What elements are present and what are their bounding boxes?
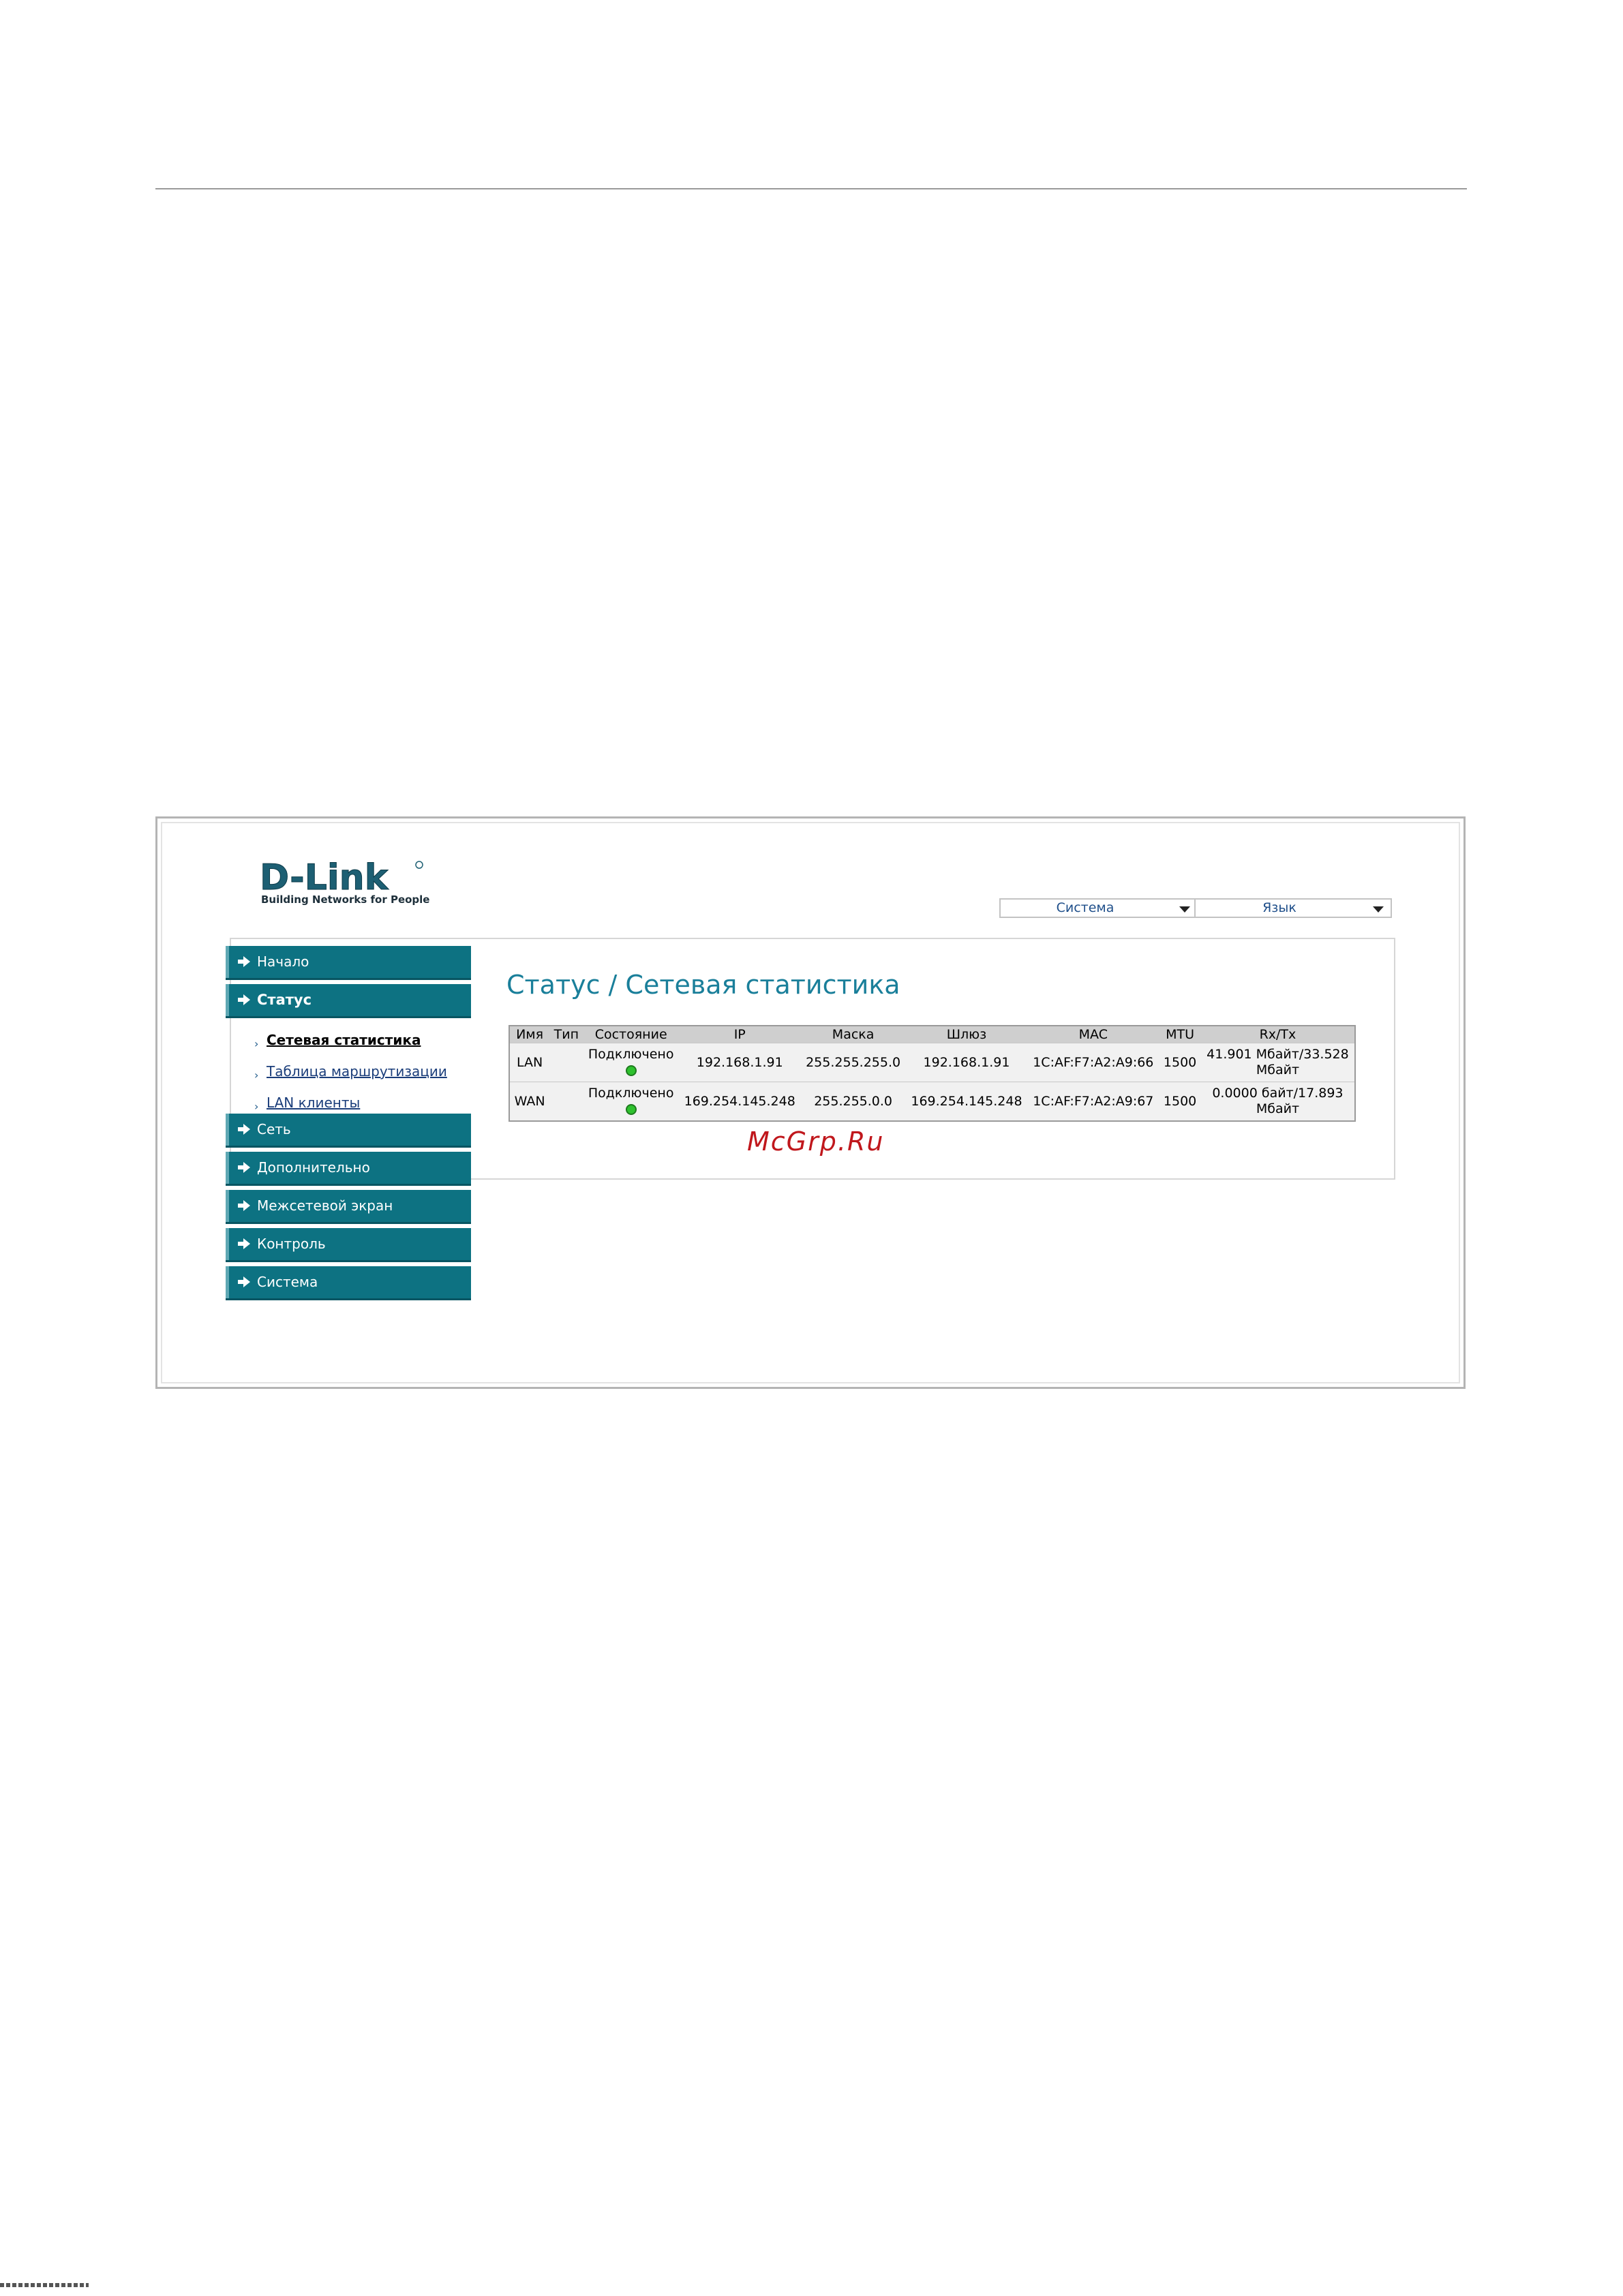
submenu-item-label: Сетевая статистика	[267, 1032, 421, 1048]
arrow-right-icon	[238, 994, 250, 1005]
status-submenu: › Сетевая статистика › Таблица маршрутиз…	[226, 1022, 471, 1114]
sidebar-item-home[interactable]: Начало	[226, 946, 471, 980]
arrow-right-icon	[238, 1238, 250, 1249]
logo-brand: D-Link	[260, 858, 389, 898]
cell-mask: 255.255.255.0	[800, 1043, 906, 1082]
sidebar-item-system[interactable]: Система	[226, 1266, 471, 1300]
page-top-rule	[155, 188, 1467, 189]
cell-mac: 1C:AF:F7:A2:A9:67	[1027, 1082, 1159, 1121]
status-text: Подключено	[588, 1047, 674, 1062]
cell-mtu: 1500	[1159, 1082, 1201, 1121]
sidebar-item-label: Дополнительно	[257, 1159, 370, 1176]
status-text: Подключено	[588, 1086, 674, 1101]
cell-mac: 1C:AF:F7:A2:A9:66	[1027, 1043, 1159, 1082]
sidebar-item-label: Начало	[257, 953, 309, 970]
sidebar-menu: Начало Статус › Сетевая статистика › Таб…	[226, 946, 471, 1304]
rxtx-line-1: 0.0000 байт/17.893	[1212, 1086, 1344, 1101]
sidebar-item-label: Статус	[257, 992, 312, 1008]
bullet-icon: ›	[254, 1037, 259, 1050]
column-header-mask: Маска	[800, 1026, 906, 1043]
column-header-name: Имя	[509, 1026, 550, 1043]
watermark-text: McGrp.Ru	[747, 1127, 885, 1157]
cell-gateway: 169.254.145.248	[905, 1082, 1028, 1121]
arrow-right-icon	[238, 1124, 250, 1135]
cell-mtu: 1500	[1159, 1043, 1201, 1082]
column-header-mtu: MTU	[1159, 1026, 1201, 1043]
table-row: WAN Подключено 169.254.145.248 255.255.0…	[509, 1082, 1355, 1121]
sidebar-item-network[interactable]: Сеть	[226, 1114, 471, 1148]
cell-mask: 255.255.0.0	[800, 1082, 906, 1121]
chevron-down-icon	[1373, 906, 1384, 913]
cell-ip: 169.254.145.248	[678, 1082, 801, 1121]
cell-type	[549, 1082, 583, 1121]
cell-name: LAN	[509, 1043, 550, 1082]
system-dropdown-value: Система	[1056, 900, 1114, 915]
sidebar-item-control[interactable]: Контроль	[226, 1228, 471, 1262]
network-stats-table: Имя Тип Состояние IP Маска Шлюз MAC MTU …	[509, 1025, 1356, 1122]
submenu-item-routing-table[interactable]: › Таблица маршрутизации	[226, 1059, 471, 1090]
language-dropdown-value: Язык	[1262, 900, 1296, 915]
cell-type	[549, 1043, 583, 1082]
arrow-right-icon	[238, 1162, 250, 1173]
page-title: Статус / Сетевая статистика	[506, 970, 900, 1000]
column-header-gateway: Шлюз	[905, 1026, 1028, 1043]
arrow-right-icon	[238, 956, 250, 967]
column-header-status: Состояние	[583, 1026, 679, 1043]
d-link-logo: D-Link Building Networks for People	[260, 858, 464, 913]
bullet-icon: ›	[254, 1069, 259, 1082]
cell-status: Подключено	[583, 1082, 679, 1121]
sidebar-item-status[interactable]: Статус	[226, 984, 471, 1018]
table-row: LAN Подключено 192.168.1.91 255.255.255.…	[509, 1043, 1355, 1082]
submenu-item-label: Таблица маршрутизации	[267, 1063, 447, 1080]
page-corner-mark	[0, 2283, 89, 2287]
sidebar-item-label: Контроль	[257, 1236, 326, 1252]
rxtx-line-2: Мбайт	[1256, 1101, 1300, 1116]
sidebar-item-label: Межсетевой экран	[257, 1197, 393, 1214]
submenu-item-label: LAN клиенты	[267, 1095, 361, 1111]
column-header-mac: MAC	[1027, 1026, 1159, 1043]
sidebar-item-firewall[interactable]: Межсетевой экран	[226, 1190, 471, 1224]
column-header-ip: IP	[678, 1026, 801, 1043]
chevron-down-icon	[1179, 906, 1190, 913]
cell-status: Подключено	[583, 1043, 679, 1082]
rxtx-line-2: Мбайт	[1256, 1062, 1300, 1077]
cell-rxtx: 41.901 Мбайт/33.528 Мбайт	[1200, 1043, 1355, 1082]
status-connected-icon	[625, 1065, 637, 1076]
router-web-interface-screenshot: D-Link Building Networks for People Сист…	[155, 816, 1466, 1389]
system-dropdown[interactable]: Система	[999, 898, 1198, 918]
cell-ip: 192.168.1.91	[678, 1043, 801, 1082]
language-dropdown[interactable]: Язык	[1194, 898, 1392, 918]
cell-name: WAN	[509, 1082, 550, 1121]
column-header-type: Тип	[549, 1026, 583, 1043]
column-header-rxtx: Rx/Tx	[1200, 1026, 1355, 1043]
bullet-icon: ›	[254, 1100, 259, 1113]
table-header-row: Имя Тип Состояние IP Маска Шлюз MAC MTU …	[509, 1026, 1355, 1043]
sidebar-item-label: Сеть	[257, 1121, 291, 1137]
cell-gateway: 192.168.1.91	[905, 1043, 1028, 1082]
sidebar-item-advanced[interactable]: Дополнительно	[226, 1152, 471, 1186]
cell-rxtx: 0.0000 байт/17.893 Мбайт	[1200, 1082, 1355, 1121]
rxtx-line-1: 41.901 Мбайт/33.528	[1207, 1047, 1349, 1062]
sidebar-item-label: Система	[257, 1274, 318, 1290]
arrow-right-icon	[238, 1200, 250, 1211]
logo-tagline: Building Networks for People	[261, 893, 429, 906]
submenu-item-network-stats[interactable]: › Сетевая статистика	[226, 1028, 471, 1059]
arrow-right-icon	[238, 1276, 250, 1287]
status-connected-icon	[625, 1103, 637, 1115]
